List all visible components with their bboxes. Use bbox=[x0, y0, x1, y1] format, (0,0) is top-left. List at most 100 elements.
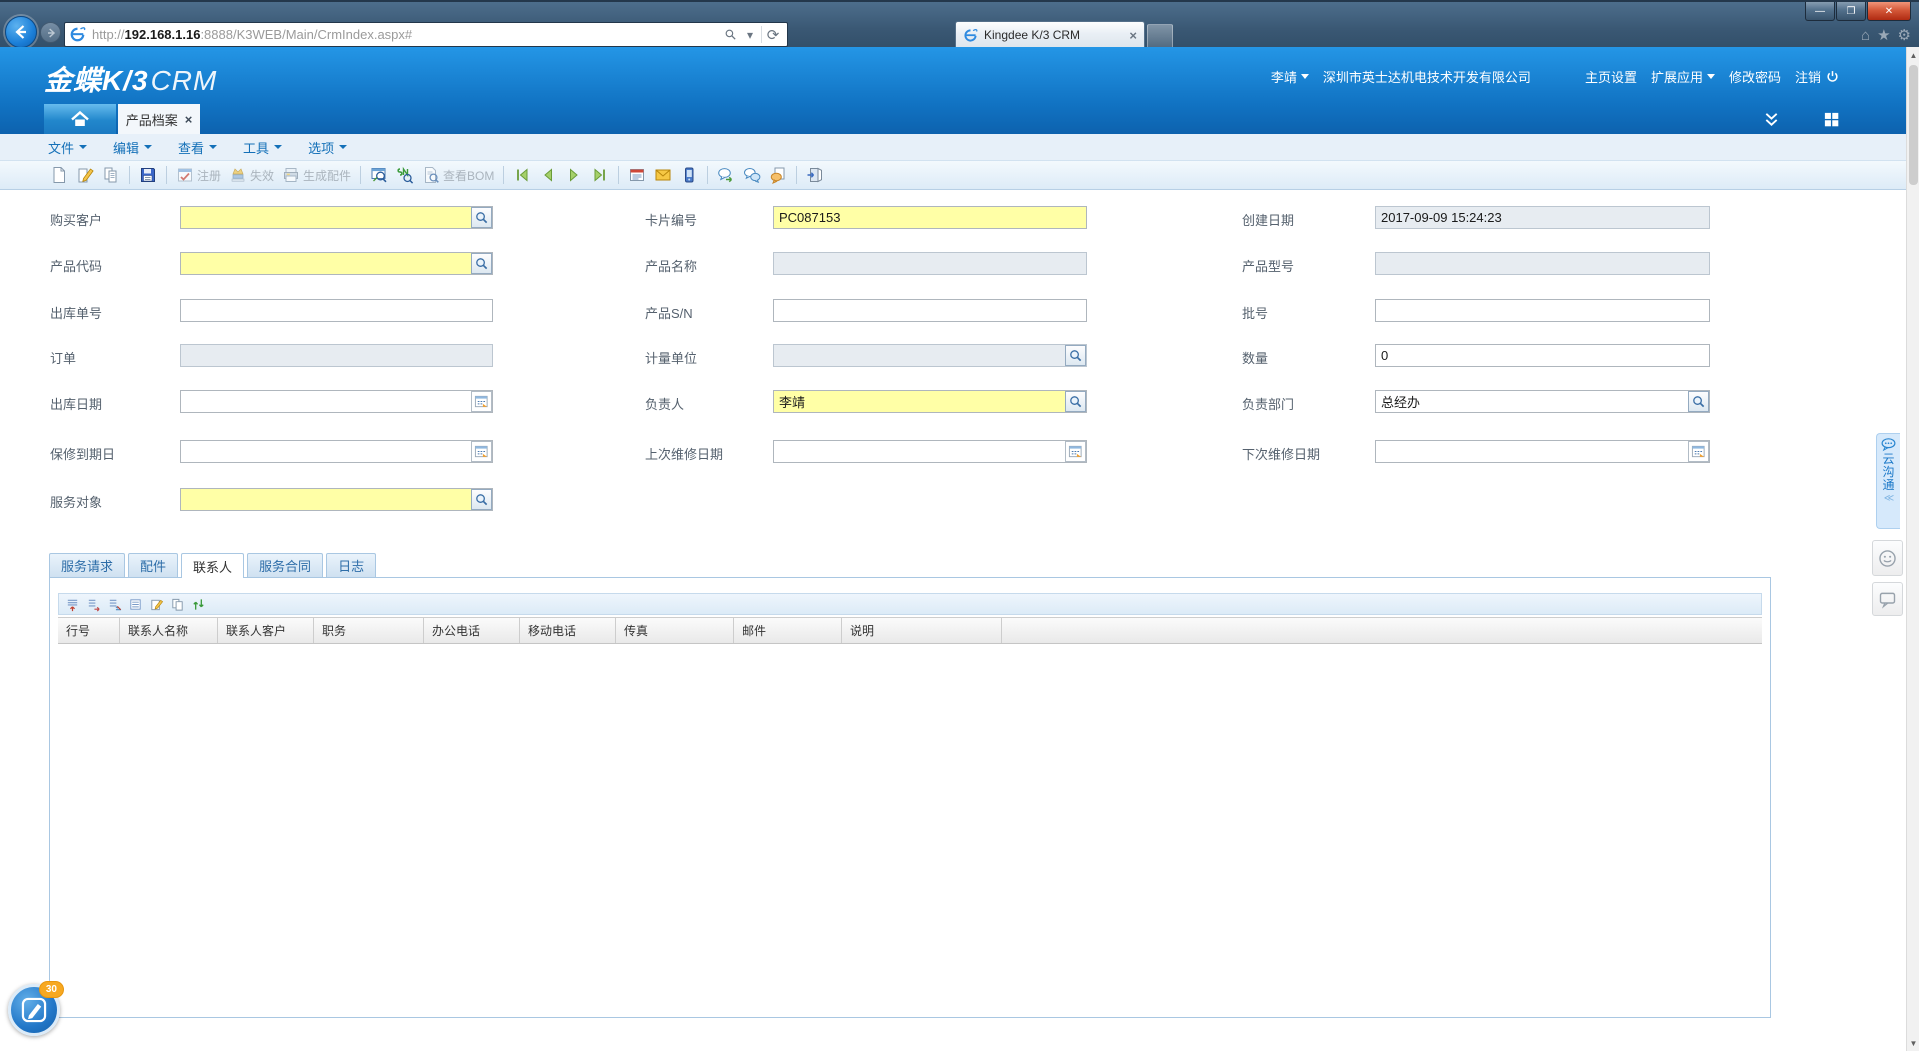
double-chevron-down-icon[interactable] bbox=[1762, 111, 1781, 128]
grid-column-header-1[interactable]: 联系人名称 bbox=[120, 618, 218, 643]
next-repair-date-calendar-button[interactable] bbox=[1688, 441, 1709, 462]
grid-toolbar-insert-row[interactable] bbox=[63, 595, 81, 613]
search-icon[interactable] bbox=[720, 24, 740, 45]
unit-lookup-button[interactable] bbox=[1065, 345, 1086, 366]
warranty-expire-calendar-button[interactable] bbox=[471, 441, 492, 462]
grid-column-header-0[interactable]: 行号 bbox=[58, 618, 120, 643]
change-password-link[interactable]: 修改密码 bbox=[1729, 67, 1781, 86]
product-code-input[interactable] bbox=[180, 252, 493, 275]
home-settings-link[interactable]: 主页设置 bbox=[1585, 67, 1637, 86]
browser-forward-button[interactable] bbox=[40, 22, 61, 43]
grid-column-header-4[interactable]: 办公电话 bbox=[424, 618, 520, 643]
address-dropdown-caret[interactable]: ▾ bbox=[740, 24, 760, 45]
scroll-down-arrow[interactable]: ▼ bbox=[1907, 1035, 1919, 1051]
toolbar-button-last-record[interactable] bbox=[587, 163, 613, 187]
new-tab-button[interactable] bbox=[1147, 24, 1173, 48]
owner-input[interactable] bbox=[773, 390, 1087, 413]
warranty-expire-input[interactable] bbox=[180, 440, 493, 463]
cloud-chat-tab[interactable]: 云沟通 ≪ bbox=[1876, 433, 1900, 529]
service-object-input[interactable] bbox=[180, 488, 493, 511]
outbound-date-calendar-button[interactable] bbox=[471, 391, 492, 412]
tab-home[interactable] bbox=[44, 104, 116, 134]
grid-toolbar-copy-row[interactable] bbox=[168, 595, 186, 613]
detail-tab-0[interactable]: 服务请求 bbox=[49, 553, 125, 577]
browser-tab[interactable]: Kingdee K/3 CRM × bbox=[955, 21, 1145, 48]
apps-grid-icon[interactable] bbox=[1823, 111, 1840, 128]
toolbar-button-prev-record[interactable] bbox=[535, 163, 561, 187]
minimize-button[interactable]: — bbox=[1805, 2, 1835, 21]
floating-edit-button[interactable]: 30 bbox=[8, 984, 60, 1036]
logout-link[interactable]: 注销 bbox=[1795, 67, 1840, 86]
buy-customer-input[interactable] bbox=[180, 206, 493, 229]
grid-toolbar-append-row[interactable] bbox=[84, 595, 102, 613]
grid-toolbar-refresh[interactable] bbox=[189, 595, 207, 613]
grid-toolbar-delete-row[interactable] bbox=[105, 595, 123, 613]
toolbar-button-chat[interactable] bbox=[739, 163, 765, 187]
card-number-input[interactable] bbox=[773, 206, 1087, 229]
toolbar-button-mail[interactable] bbox=[650, 163, 676, 187]
grid-column-header-6[interactable]: 传真 bbox=[616, 618, 734, 643]
tab-close-icon[interactable]: × bbox=[185, 112, 193, 127]
toolbar-button-save[interactable] bbox=[135, 163, 161, 187]
feedback-comment-button[interactable] bbox=[1872, 582, 1903, 616]
last-repair-date-calendar-button[interactable] bbox=[1065, 441, 1086, 462]
toolbar-button-sms[interactable] bbox=[676, 163, 702, 187]
home-icon[interactable]: ⌂ bbox=[1861, 27, 1870, 45]
restore-button[interactable]: ❐ bbox=[1836, 2, 1866, 21]
favorites-star-icon[interactable]: ★ bbox=[1877, 27, 1890, 45]
settings-gear-icon[interactable]: ⚙ bbox=[1898, 27, 1911, 45]
close-button[interactable]: ✕ bbox=[1867, 2, 1911, 21]
extend-app-menu[interactable]: 扩展应用 bbox=[1651, 67, 1715, 86]
feedback-smiley-button[interactable] bbox=[1872, 540, 1903, 576]
grid-column-header-8[interactable]: 说明 bbox=[842, 618, 1002, 643]
product-code-lookup-button[interactable] bbox=[471, 253, 492, 274]
grid-column-header-7[interactable]: 邮件 bbox=[734, 618, 842, 643]
detail-tab-2[interactable]: 联系人 bbox=[181, 553, 244, 578]
scroll-up-arrow[interactable]: ▲ bbox=[1907, 47, 1919, 63]
address-bar[interactable]: http://192.168.1.16:8888/K3WEB/Main/CrmI… bbox=[64, 22, 788, 47]
toolbar-button-comment[interactable] bbox=[765, 163, 791, 187]
user-menu[interactable]: 李靖 bbox=[1271, 67, 1309, 86]
owner-dept-lookup-button[interactable] bbox=[1688, 391, 1709, 412]
browser-back-button[interactable] bbox=[5, 16, 37, 48]
menu-2[interactable]: 查看 bbox=[178, 138, 217, 157]
grid-column-header-3[interactable]: 职务 bbox=[314, 618, 424, 643]
quantity-input[interactable] bbox=[1375, 344, 1710, 367]
buy-customer-lookup-button[interactable] bbox=[471, 207, 492, 228]
toolbar-button-sn-search[interactable] bbox=[392, 163, 418, 187]
menu-4[interactable]: 选项 bbox=[308, 138, 347, 157]
menu-1[interactable]: 编辑 bbox=[113, 138, 152, 157]
product-sn-input[interactable] bbox=[773, 299, 1087, 322]
next-repair-date-input[interactable] bbox=[1375, 440, 1710, 463]
browser-tab-close-icon[interactable]: × bbox=[1129, 28, 1137, 43]
toolbar-button-copy[interactable] bbox=[98, 163, 124, 187]
batch-no-input[interactable] bbox=[1375, 299, 1710, 322]
browser-scrollbar[interactable]: ▲ ▼ bbox=[1906, 47, 1919, 1051]
outbound-no-input[interactable] bbox=[180, 299, 493, 322]
grid-column-header-5[interactable]: 移动电话 bbox=[520, 618, 616, 643]
toolbar-button-report[interactable] bbox=[624, 163, 650, 187]
toolbar-button-edit-pencil[interactable] bbox=[72, 163, 98, 187]
detail-tab-3[interactable]: 服务合同 bbox=[247, 553, 323, 577]
menu-3[interactable]: 工具 bbox=[243, 138, 282, 157]
outbound-date-input[interactable] bbox=[180, 390, 493, 413]
last-repair-date-input[interactable] bbox=[773, 440, 1087, 463]
scrollbar-thumb[interactable] bbox=[1909, 65, 1918, 185]
toolbar-button-exit[interactable] bbox=[802, 163, 828, 187]
owner-lookup-button[interactable] bbox=[1065, 391, 1086, 412]
grid-toolbar-view-row[interactable] bbox=[126, 595, 144, 613]
toolbar-button-zoom-window[interactable] bbox=[366, 163, 392, 187]
menu-0[interactable]: 文件 bbox=[48, 138, 87, 157]
toolbar-button-first-record[interactable] bbox=[509, 163, 535, 187]
toolbar-button-new-document[interactable] bbox=[46, 163, 72, 187]
detail-tab-1[interactable]: 配件 bbox=[128, 553, 178, 577]
grid-column-header-2[interactable]: 联系人客户 bbox=[218, 618, 314, 643]
detail-tab-4[interactable]: 日志 bbox=[326, 553, 376, 577]
toolbar-button-next-record[interactable] bbox=[561, 163, 587, 187]
refresh-icon[interactable]: ⟳ bbox=[763, 24, 783, 45]
toolbar-button-send-message[interactable] bbox=[713, 163, 739, 187]
grid-toolbar-edit-row[interactable] bbox=[147, 595, 165, 613]
service-object-lookup-button[interactable] bbox=[471, 489, 492, 510]
owner-dept-input[interactable] bbox=[1375, 390, 1710, 413]
tab-product-archive[interactable]: 产品档案 × bbox=[118, 104, 200, 134]
